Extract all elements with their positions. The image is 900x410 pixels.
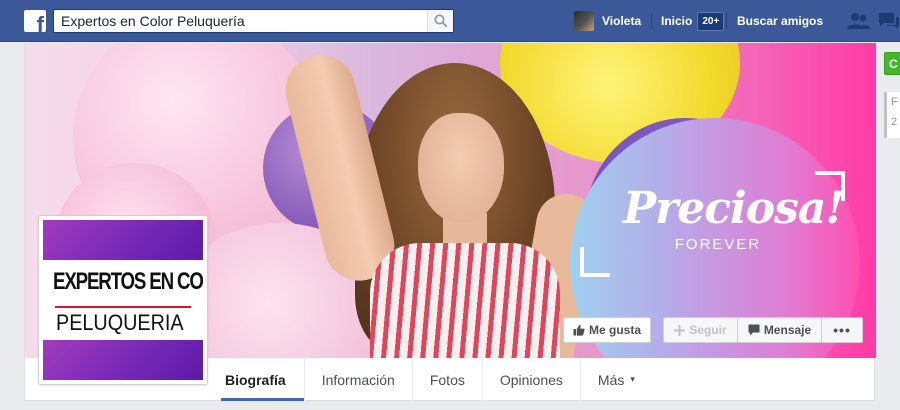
message-button[interactable]: Mensaje	[737, 317, 822, 343]
like-button[interactable]: Me gusta	[563, 317, 651, 343]
search-box	[53, 9, 454, 33]
right-box-line: 2	[891, 116, 898, 128]
model-face	[418, 113, 504, 223]
find-friends-label: Buscar amigos	[737, 14, 824, 28]
frame-corner-decoration	[815, 171, 845, 201]
top-navigation-bar: f Violeta Inicio 20+ Buscar amigos	[0, 0, 900, 42]
logo-band	[43, 220, 203, 260]
tab-label: Opiniones	[499, 371, 563, 388]
profile-picture[interactable]: EXPERTOS EN COLOR PELUQUERIA	[38, 215, 208, 385]
messages-icon[interactable]	[878, 12, 900, 30]
message-label: Mensaje	[763, 323, 812, 337]
nav-profile-link[interactable]: Violeta	[574, 10, 641, 32]
thumbs-up-icon	[573, 324, 585, 336]
profile-tabs: Biografía Información Fotos Opiniones Má…	[221, 358, 652, 401]
right-column-green-button[interactable]: C	[884, 52, 900, 75]
cover-brand-subtitle: FOREVER	[674, 236, 762, 253]
facebook-f-icon[interactable]: f	[24, 10, 46, 32]
user-name: Violeta	[602, 14, 642, 28]
nav-divider	[651, 13, 652, 29]
tab-informacion[interactable]: Información	[305, 358, 413, 401]
logo-band	[43, 340, 203, 380]
logo-underline	[55, 306, 191, 308]
nav-home-link[interactable]: Inicio 20+	[661, 10, 725, 32]
like-label: Me gusta	[588, 323, 641, 337]
nav-find-friends-link[interactable]: Buscar amigos	[737, 10, 823, 32]
plus-icon	[674, 324, 686, 336]
tab-label: Información	[321, 371, 395, 388]
more-options-button[interactable]: •••	[821, 317, 863, 343]
tab-opiniones[interactable]: Opiniones	[483, 358, 581, 401]
profile-header-card: Preciosa! FOREVER Me gusta Seguir Mensaj…	[24, 43, 876, 401]
friend-requests-icon[interactable]	[846, 12, 870, 30]
follow-label: Seguir	[689, 323, 727, 337]
follow-button[interactable]: Seguir	[663, 317, 738, 343]
avatar	[574, 11, 594, 31]
tab-label: Más	[597, 371, 625, 388]
cover-brand-script: Preciosa!	[623, 183, 845, 234]
logo-line-1: EXPERTOS EN COLOR	[53, 268, 203, 295]
tab-mas[interactable]: Más ▾	[581, 358, 652, 401]
home-label: Inicio	[661, 14, 693, 28]
home-badge: 20+	[697, 11, 725, 31]
profile-logo: EXPERTOS EN COLOR PELUQUERIA	[43, 220, 203, 380]
model-striped-top	[370, 243, 560, 358]
tab-biografia[interactable]: Biografía	[221, 358, 305, 401]
speech-bubble-icon	[748, 324, 760, 336]
search-icon	[434, 14, 448, 28]
tab-fotos[interactable]: Fotos	[413, 358, 483, 401]
search-input[interactable]	[54, 10, 426, 32]
chevron-down-icon: ▾	[630, 374, 635, 384]
tab-label: Fotos	[429, 371, 465, 388]
search-button[interactable]	[427, 10, 453, 32]
frame-corner-decoration	[580, 247, 610, 277]
tab-label: Biografía	[225, 371, 286, 388]
logo-line-2: PELUQUERIA	[56, 310, 184, 335]
right-box-line: F	[891, 96, 898, 108]
more-label: •••	[833, 322, 851, 338]
nav-divider	[726, 13, 727, 29]
right-column-box: F 2	[884, 92, 900, 138]
